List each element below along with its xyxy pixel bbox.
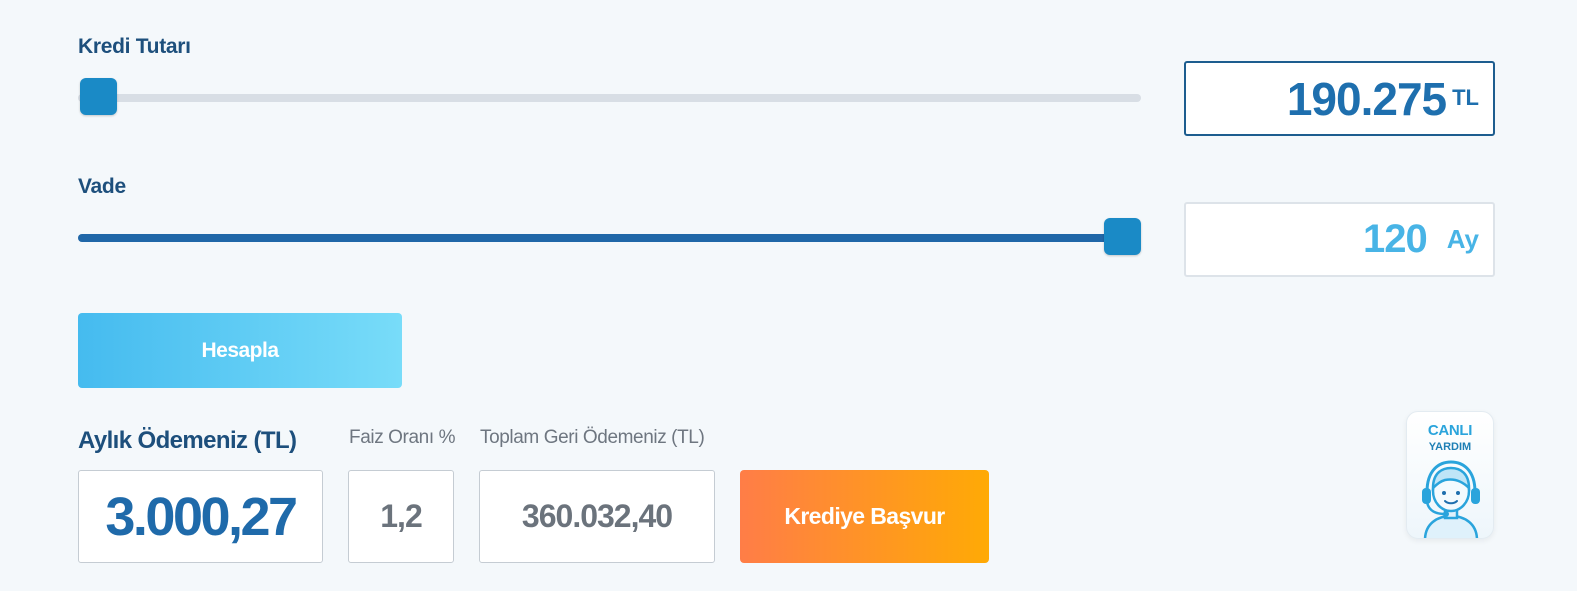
interest-rate-value: 1,2 [380, 498, 422, 534]
term-input[interactable]: 120 Ay [1184, 202, 1495, 277]
loan-amount-slider-track[interactable] [78, 94, 1141, 102]
support-agent-icon [1422, 460, 1480, 538]
term-label: Vade [78, 175, 126, 198]
loan-amount-slider-thumb[interactable] [80, 78, 117, 115]
term-value: 120 [1362, 217, 1428, 261]
total-repayment-box: 360.032,40 [479, 470, 715, 563]
apply-loan-button[interactable]: Krediye Başvur [740, 470, 989, 563]
total-repayment-value: 360.032,40 [521, 498, 673, 534]
monthly-payment-value: 3.000,27 [105, 486, 298, 547]
interest-rate-label: Faiz Oranı % [349, 427, 456, 448]
monthly-payment-box: 3.000,27 [78, 470, 323, 563]
live-help-subtitle: YARDIM [1428, 441, 1472, 453]
calculate-button[interactable]: Hesapla [78, 313, 402, 388]
live-help-widget[interactable]: CANLI YARDIM [1406, 411, 1494, 539]
term-unit: Ay [1446, 224, 1479, 254]
term-slider-thumb[interactable] [1104, 218, 1141, 255]
monthly-payment-label: Aylık Ödemeniz (TL) [78, 427, 297, 454]
loan-amount-unit: TL [1452, 85, 1479, 110]
loan-amount-input[interactable]: 190.275 TL [1184, 61, 1495, 136]
loan-amount-label: Kredi Tutarı [78, 35, 191, 58]
interest-rate-box: 1,2 [348, 470, 454, 563]
term-slider-fill [78, 234, 1123, 242]
loan-amount-value: 190.275 [1286, 72, 1447, 125]
total-repayment-label: Toplam Geri Ödemeniz (TL) [480, 427, 705, 448]
live-help-title: CANLI [1427, 422, 1473, 439]
